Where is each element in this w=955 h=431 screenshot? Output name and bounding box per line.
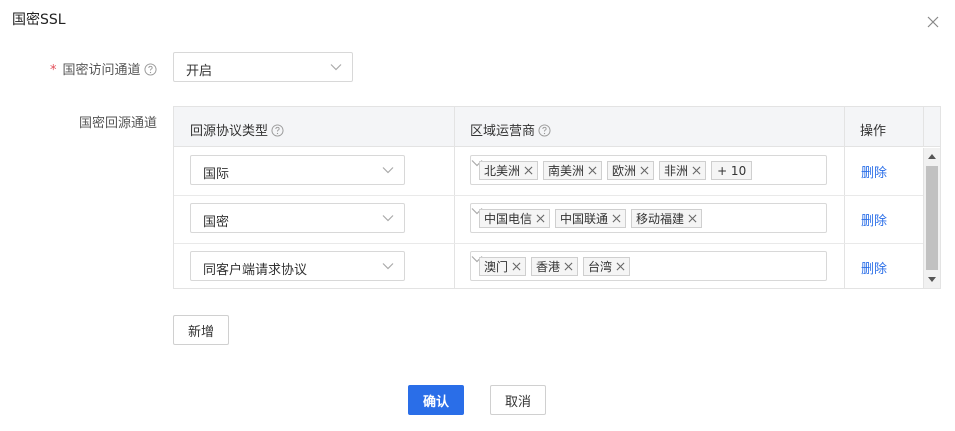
tag-close-icon[interactable] — [564, 262, 573, 271]
tag-label: 香港 — [536, 260, 561, 274]
chevron-down-icon — [382, 263, 394, 270]
table-scrollbar[interactable] — [923, 148, 940, 288]
header-region: 区域运营商 — [470, 120, 551, 139]
access-channel-select[interactable]: 开启 — [173, 52, 353, 82]
more-tags-count[interactable]: + 10 — [711, 161, 753, 180]
tag-close-icon[interactable] — [692, 166, 701, 175]
region-tag: 移动福建 — [631, 209, 703, 228]
header-action: 操作 — [860, 124, 887, 139]
chevron-down-icon — [330, 64, 342, 71]
chevron-down-icon — [382, 215, 394, 222]
chevron-down-icon — [382, 167, 394, 174]
tag-label: 中国联通 — [560, 212, 609, 226]
protocol-value: 同客户端请求协议 — [203, 263, 308, 278]
region-tag: 香港 — [531, 257, 579, 276]
help-circle-icon[interactable] — [143, 63, 157, 76]
tag-label: 南美洲 — [548, 164, 585, 178]
access-channel-value: 开启 — [186, 64, 213, 79]
header-region-text: 区域运营商 — [470, 124, 536, 139]
tag-label: 北美洲 — [484, 164, 521, 178]
row-divider — [174, 195, 923, 196]
region-select[interactable]: 中国电信 中国联通 移动福建 — [470, 203, 827, 233]
required-mark: * — [50, 63, 57, 78]
row-divider — [174, 243, 923, 244]
region-tag: 中国电信 — [479, 209, 551, 228]
region-tag: 中国联通 — [555, 209, 627, 228]
delete-row-link[interactable]: 删除 — [861, 210, 887, 229]
region-tag: 非洲 — [659, 161, 707, 180]
help-circle-icon[interactable] — [538, 124, 551, 137]
dialog-title: 国密SSL — [12, 12, 66, 28]
header-protocol: 回源协议类型 — [190, 120, 284, 139]
tag-list: 北美洲 南美洲 欧洲 非洲 + 10 — [479, 161, 753, 180]
column-divider — [454, 107, 455, 288]
protocol-value: 国密 — [203, 215, 230, 230]
tag-close-icon[interactable] — [688, 214, 697, 223]
table-header: 回源协议类型 区域运营商 操作 — [174, 107, 940, 147]
delete-row-link[interactable]: 删除 — [861, 162, 887, 181]
scroll-up-arrow-icon[interactable] — [928, 154, 936, 159]
tag-close-icon[interactable] — [612, 214, 621, 223]
tag-label: 移动福建 — [636, 212, 685, 226]
region-select[interactable]: 北美洲 南美洲 欧洲 非洲 + 10 — [470, 155, 827, 185]
tag-label: 澳门 — [484, 260, 509, 274]
access-channel-label-text: 国密访问通道 — [62, 63, 141, 78]
tag-label: 非洲 — [664, 164, 689, 178]
column-divider — [844, 107, 845, 288]
scroll-down-arrow-icon[interactable] — [928, 277, 936, 282]
tag-list: 澳门 香港 台湾 — [479, 257, 631, 276]
delete-row-link[interactable]: 删除 — [861, 258, 887, 277]
tag-close-icon[interactable] — [512, 262, 521, 271]
close-icon[interactable] — [925, 14, 941, 30]
protocol-select[interactable]: 国密 — [190, 203, 405, 233]
protocol-value: 国际 — [203, 167, 230, 182]
column-divider — [923, 107, 924, 147]
tag-close-icon[interactable] — [524, 166, 533, 175]
protocol-select[interactable]: 国际 — [190, 155, 405, 185]
confirm-button[interactable]: 确认 — [408, 385, 464, 415]
region-tag: 澳门 — [479, 257, 527, 276]
tag-close-icon[interactable] — [640, 166, 649, 175]
region-tag: 南美洲 — [543, 161, 603, 180]
tag-close-icon[interactable] — [588, 166, 597, 175]
origin-channel-label: 国密回源通道 — [79, 116, 158, 131]
tag-list: 中国电信 中国联通 移动福建 — [479, 209, 703, 228]
access-channel-label: * 国密访问通道 — [50, 59, 157, 78]
tag-label: 欧洲 — [612, 164, 637, 178]
region-tag: 欧洲 — [607, 161, 655, 180]
tag-close-icon[interactable] — [536, 214, 545, 223]
scrollbar-thumb[interactable] — [926, 166, 938, 270]
region-tag: 台湾 — [583, 257, 631, 276]
add-row-button[interactable]: 新增 — [173, 315, 229, 345]
origin-channel-table: 回源协议类型 区域运营商 操作 国际 北美洲 南美洲 欧洲 非洲 + 10 删除… — [173, 106, 941, 289]
tag-label: 台湾 — [588, 260, 613, 274]
cancel-button[interactable]: 取消 — [490, 385, 546, 415]
region-select[interactable]: 澳门 香港 台湾 — [470, 251, 827, 281]
region-tag: 北美洲 — [479, 161, 539, 180]
header-protocol-text: 回源协议类型 — [190, 124, 269, 139]
protocol-select[interactable]: 同客户端请求协议 — [190, 251, 405, 281]
tag-label: 中国电信 — [484, 212, 533, 226]
help-circle-icon[interactable] — [271, 124, 284, 137]
tag-close-icon[interactable] — [616, 262, 625, 271]
